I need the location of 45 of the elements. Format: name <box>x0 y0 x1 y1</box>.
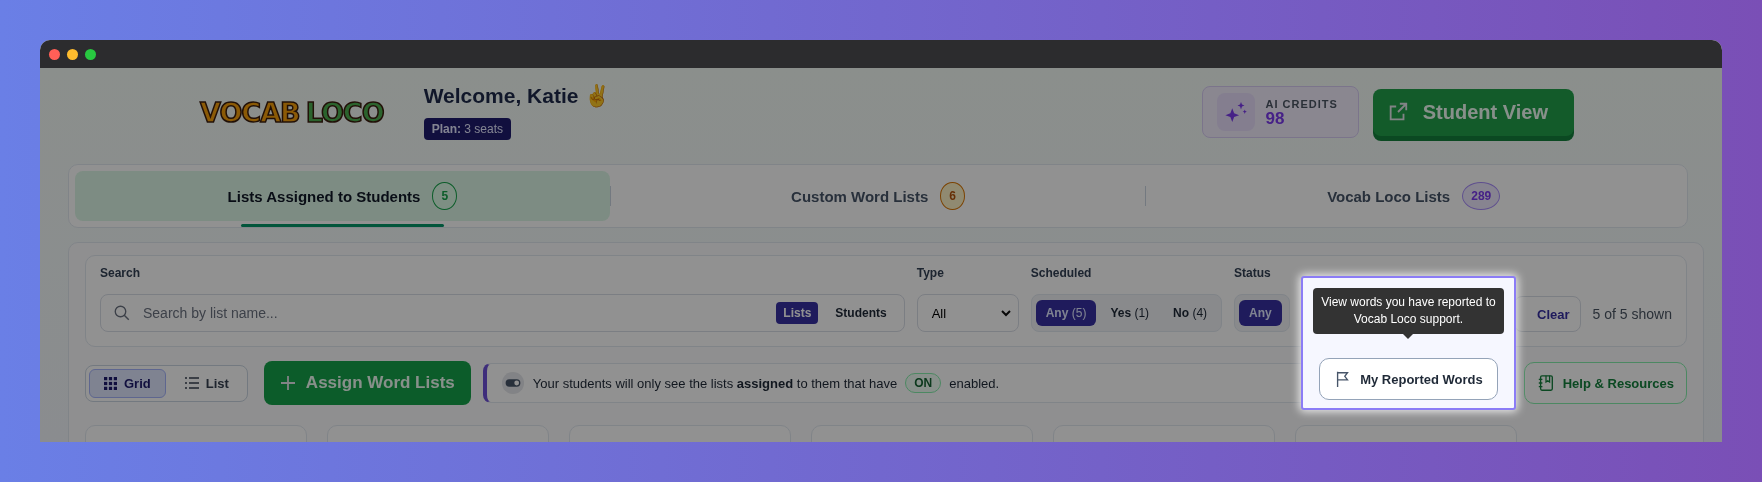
logo: VOCAB LOCO <box>200 96 384 128</box>
scheduled-label: Scheduled <box>1030 266 1093 280</box>
status-label: Status <box>1234 266 1272 280</box>
scheduled-option[interactable]: No (4) <box>1163 300 1218 326</box>
assign-word-lists-button[interactable]: Assign Word Lists <box>263 361 471 405</box>
plus-icon <box>279 375 296 391</box>
notebook-icon <box>1536 374 1555 392</box>
list-icon <box>184 377 199 389</box>
credits-value: 98 <box>1265 109 1286 127</box>
search-icon <box>113 304 131 322</box>
tab[interactable]: Vocab Loco Lists 289 <box>1146 171 1681 221</box>
scheduled-option[interactable]: Yes (1) <box>1100 300 1160 326</box>
welcome-title: Welcome, Katie ✌ <box>423 84 611 108</box>
count-badge: 6 <box>940 182 965 210</box>
grid-icon <box>104 376 117 390</box>
search-mode-toggle[interactable]: Lists <box>776 302 819 324</box>
view-option[interactable]: Grid <box>89 368 166 398</box>
count-badge: 289 <box>1462 182 1501 210</box>
type-dropdown[interactable]: All <box>916 294 1019 332</box>
search-mode-toggle[interactable]: Students <box>828 302 894 324</box>
notice-text-end: enabled. <box>949 375 1000 391</box>
plan-badge: Plan: 3 seats <box>423 118 511 140</box>
my-reported-words-button[interactable]: My Reported Words <box>1319 358 1498 400</box>
maximize-window-icon[interactable] <box>85 48 96 60</box>
search-field[interactable]: Search by list name... Lists Students <box>100 294 905 332</box>
chevron-down-icon <box>999 307 1012 319</box>
clear-button[interactable]: Clear <box>1514 296 1581 332</box>
type-label: Type <box>916 266 945 280</box>
credits-label: AI CREDITS <box>1265 97 1338 110</box>
tab[interactable]: Custom Word Lists 6 <box>610 171 1146 221</box>
close-window-icon[interactable] <box>49 48 60 60</box>
notice-text: Your students will only see the lists assigned to them that have <box>532 375 898 391</box>
tooltip: View words you have reported to Vocab Loco support. <box>1313 288 1504 334</box>
sparkle-icon <box>1217 93 1256 131</box>
tooltip-arrow-icon <box>1403 333 1414 339</box>
help-resources-button[interactable]: Help & Resources <box>1523 362 1687 404</box>
status-option[interactable]: Any <box>1239 300 1282 326</box>
scheduled-option[interactable]: Any (5) <box>1035 300 1097 326</box>
count-badge: 5 <box>432 182 458 210</box>
results-count: 5 of 5 shown <box>1592 306 1672 324</box>
search-label: Search <box>100 266 142 280</box>
view-option[interactable]: List <box>169 368 244 398</box>
minimize-window-icon[interactable] <box>67 48 78 60</box>
toggle-icon <box>500 371 525 395</box>
on-badge: ON <box>905 373 942 393</box>
